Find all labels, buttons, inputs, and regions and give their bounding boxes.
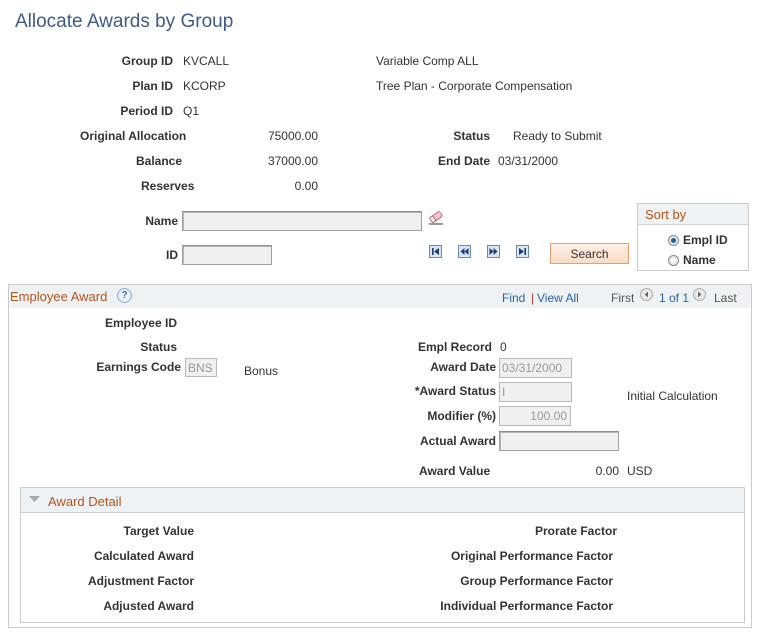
award-detail-header[interactable]: Award Detail	[21, 488, 744, 513]
chevron-left-icon	[644, 291, 648, 298]
eraser-icon[interactable]	[428, 209, 444, 228]
sort-option-label: Empl ID	[683, 233, 728, 247]
modifier-label: Modifier (%)	[427, 409, 496, 423]
employee-id-label: Employee ID	[104, 316, 177, 330]
radio-unselected-icon[interactable]	[668, 254, 679, 266]
group-id-value: KVCALL	[183, 54, 230, 68]
individual-performance-factor-label: Individual Performance Factor	[440, 599, 613, 613]
pagination-count: 1 of 1	[659, 291, 690, 305]
award-date-input[interactable]	[499, 358, 572, 378]
calculated-award-label: Calculated Award	[93, 549, 194, 563]
actual-award-input[interactable]	[499, 431, 619, 451]
last-label: Last	[714, 291, 737, 305]
next-record-button[interactable]	[487, 245, 500, 258]
reserves-value: 0.00	[294, 179, 318, 193]
id-label: ID	[166, 248, 178, 262]
award-date-label: Award Date	[430, 360, 496, 374]
next-record-icon	[489, 248, 498, 255]
previous-record-icon	[460, 248, 469, 255]
collapse-triangle-icon[interactable]	[29, 496, 40, 503]
period-id-value: Q1	[183, 104, 200, 118]
period-id-label: Period ID	[120, 104, 173, 118]
sort-option-label: Name	[683, 253, 716, 267]
reserves-label: Reserves	[141, 179, 195, 193]
adjustment-factor-label: Adjustment Factor	[87, 574, 194, 588]
employee-award-title: Employee Award	[10, 289, 108, 304]
balance-value: 37000.00	[267, 154, 318, 168]
balance-label: Balance	[136, 154, 183, 168]
award-status-input[interactable]	[499, 382, 572, 402]
end-date-value: 03/31/2000	[498, 154, 559, 168]
plan-id-value: KCORP	[183, 79, 226, 93]
name-input[interactable]	[182, 211, 422, 231]
status-label: Status	[453, 129, 490, 143]
find-link[interactable]: Find	[502, 291, 525, 305]
first-record-icon	[432, 248, 439, 255]
next-page-button[interactable]	[693, 288, 706, 301]
earnings-code-label: Earnings Code	[96, 360, 181, 374]
award-value-amount: 0.00	[595, 464, 619, 478]
earnings-code-input[interactable]	[185, 358, 217, 377]
previous-record-button[interactable]	[458, 245, 471, 258]
page-title: Allocate Awards by Group	[15, 11, 234, 32]
last-record-icon	[519, 248, 526, 255]
group-id-description: Variable Comp ALL	[376, 54, 479, 68]
separator: |	[531, 291, 535, 305]
empl-record-value: 0	[500, 340, 507, 354]
previous-page-button[interactable]	[640, 288, 653, 301]
help-icon[interactable]: ?	[117, 288, 132, 303]
empl-record-label: Empl Record	[417, 340, 492, 354]
earnings-code-description: Bonus	[244, 364, 279, 378]
view-all-link[interactable]: View All	[537, 291, 579, 305]
sort-option-empl-id[interactable]: Empl ID	[668, 233, 728, 247]
plan-id-description: Tree Plan - Corporate Compensation	[376, 79, 573, 93]
award-value-currency: USD	[627, 464, 653, 478]
original-performance-factor-label: Original Performance Factor	[450, 549, 613, 563]
award-status-label: *Award Status	[414, 384, 496, 398]
status-value: Ready to Submit	[513, 129, 602, 143]
sort-option-name[interactable]: Name	[668, 253, 716, 267]
first-label: First	[611, 291, 635, 305]
sort-by-panel: Sort by Empl ID Name	[637, 203, 749, 271]
award-detail-title: Award Detail	[48, 494, 122, 509]
name-label: Name	[145, 214, 178, 228]
chevron-right-icon	[698, 291, 702, 298]
radio-selected-icon[interactable]	[668, 234, 679, 246]
award-status-description: Initial Calculation	[627, 389, 718, 403]
modifier-input[interactable]	[499, 406, 571, 426]
first-record-button[interactable]	[429, 245, 442, 258]
last-record-button[interactable]	[516, 245, 529, 258]
group-id-label: Group ID	[121, 54, 173, 68]
end-date-label: End Date	[437, 154, 490, 168]
sort-by-title: Sort by	[638, 204, 748, 225]
search-button[interactable]: Search	[550, 243, 629, 264]
award-value-label: Award Value	[419, 464, 491, 478]
original-allocation-value: 75000.00	[267, 129, 318, 143]
original-allocation-label: Original Allocation	[80, 129, 187, 143]
employee-award-header: Employee Award ? Find | View All First 1…	[9, 285, 751, 308]
group-performance-factor-label: Group Performance Factor	[460, 574, 613, 588]
id-input[interactable]	[182, 245, 272, 265]
adjusted-award-label: Adjusted Award	[103, 599, 194, 613]
prorate-factor-label: Prorate Factor	[534, 524, 617, 538]
award-status-field-label: Status	[140, 340, 177, 354]
target-value-label: Target Value	[123, 524, 194, 538]
actual-award-label: Actual Award	[419, 434, 496, 448]
plan-id-label: Plan ID	[132, 79, 173, 93]
